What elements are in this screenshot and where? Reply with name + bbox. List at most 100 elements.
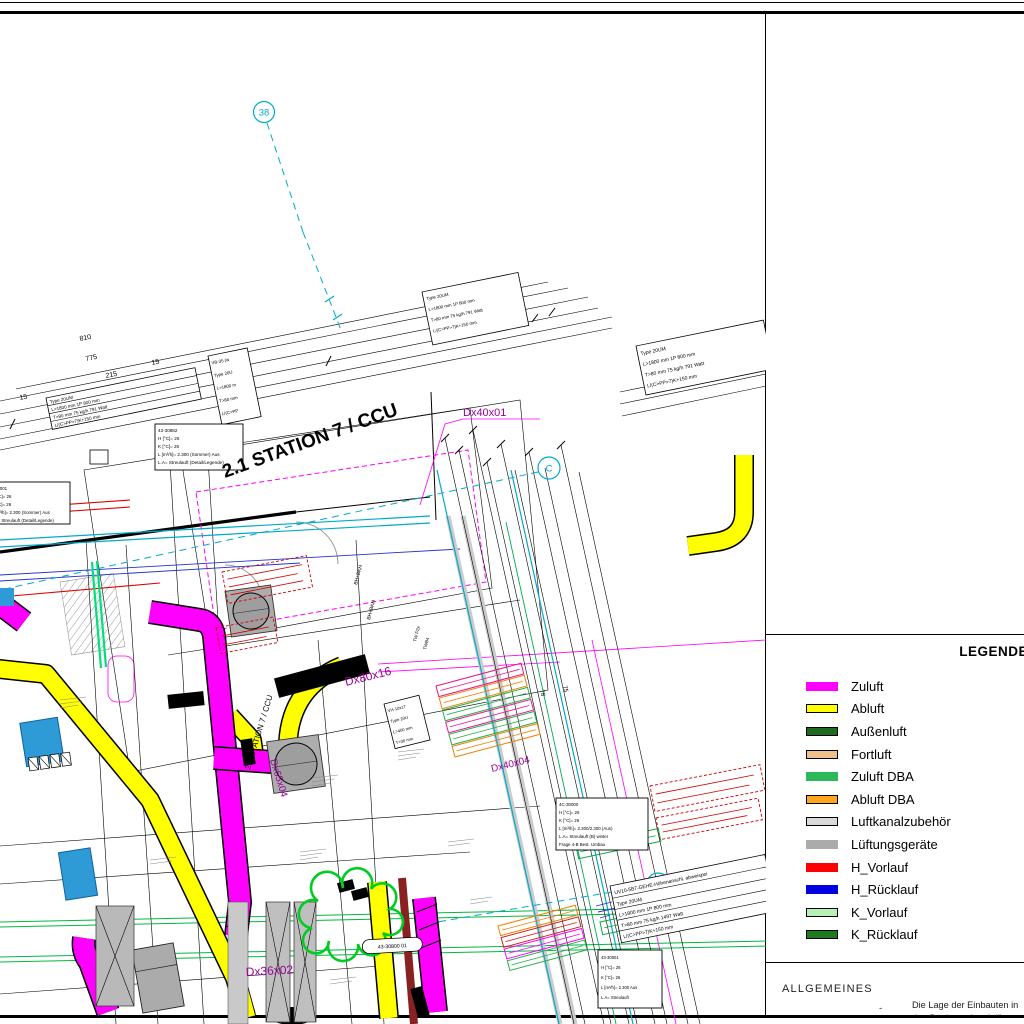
- room-data-row: H [°C]= 26: [559, 810, 580, 815]
- heater-label-box-center: Type 20UM L>1800 mm 1P 800 mm T>80 mm 75…: [422, 272, 529, 344]
- dim-75: 75: [561, 685, 568, 693]
- duct-label-dx40x04: Dx40x04: [490, 755, 531, 775]
- heater-label-box-1: Type 20UM L>1800 mm 1P 800 mm T>80 mm 75…: [46, 368, 201, 430]
- legend-label: Fortluft: [851, 747, 891, 762]
- notes-text: Die Lage der Einbauten in den Deckenspie…: [912, 999, 1024, 1016]
- zuluft-rounded-outline: [108, 656, 134, 702]
- legend-item-abluft-dba: Abluft DBA: [806, 788, 1024, 811]
- room-data-row: L [m³/h]= 2.300 (Sommer) Aus: [0, 510, 51, 515]
- room-data-row: 4C-30000: [559, 802, 579, 807]
- legend-item-h-ruecklauf: H_Rücklauf: [806, 878, 1024, 901]
- legend-swatch-lueftungsgeraete: [806, 840, 838, 849]
- pipe-label-bh: BH+BKH: [366, 599, 377, 620]
- duct-label-dx36x02: Dx36x02: [245, 963, 293, 979]
- damper: [351, 887, 369, 901]
- legend-label: Zuluft: [851, 679, 884, 694]
- legend-label: Luftkanalzubehör: [851, 814, 951, 829]
- room-data-row: K [°C]= 26: [158, 444, 180, 449]
- legend-label: Außenluft: [851, 724, 907, 739]
- damper: [167, 691, 204, 709]
- vh-data-box: VH-10x17 Type 20U L>400 mm T>30 mm: [384, 695, 430, 748]
- dimension-ticks: [441, 426, 565, 466]
- legend-label: Abluft DBA: [851, 792, 915, 807]
- legend-item-luftkanalzubehoer: Luftkanalzubehör: [806, 811, 1024, 834]
- grid-label-38: 38: [259, 108, 270, 119]
- room-data-row: L.A= Streulauft (Detail/Legende): [0, 518, 54, 523]
- room-data-box-2: 5-30001 H [°C]= 26 K [°C]= 26 L [m³/h]= …: [0, 482, 70, 524]
- legend-swatch-abluft-dba: [806, 795, 838, 804]
- grid-label-C: C: [546, 464, 553, 475]
- fan-unit-2: [225, 585, 277, 637]
- legend-item-zuluft-dba: Zuluft DBA: [806, 765, 1024, 788]
- room-data-row: H [°C]= 26: [0, 494, 12, 499]
- room-data-row: K [°C]= 26: [0, 502, 12, 507]
- legend-swatch-luftkanalzubehoer: [806, 817, 838, 826]
- dim-775: 775: [85, 354, 98, 363]
- legend-item-zuluft: Zuluft: [806, 675, 1024, 698]
- abluft-duct-right: [230, 455, 744, 768]
- dim-15a: 15: [151, 359, 160, 367]
- legend-label: Abluft: [851, 701, 884, 716]
- pipe-label-bh: BH+BKH: [353, 564, 364, 585]
- legend-item-lueftungsgeraete: Lüftungsgeräte: [806, 833, 1024, 856]
- legend-label: K_Vorlauf: [851, 905, 907, 920]
- room-data-row: 43-30001: [601, 955, 619, 960]
- notes-line-1: Die Lage der Einbauten in: [912, 999, 1024, 1012]
- pipe-label-stack: [436, 663, 540, 757]
- floor-plan-canvas: 810 775 215 15 15 Type 20UM L>1800 mm 1P…: [0, 0, 766, 1024]
- legend-swatch-h-vorlauf: [806, 863, 838, 872]
- damper: [337, 879, 355, 893]
- legend-item-h-vorlauf: H_Vorlauf: [806, 856, 1024, 879]
- room-data-row: L.A= Streulauft (Detail/Legende): [158, 460, 224, 465]
- notes-heading: ALLGEMEINES: [782, 983, 873, 995]
- legend-swatch-k-ruecklauf: [806, 930, 838, 939]
- blue-equipment: [0, 588, 14, 606]
- legend-item-fortluft: Fortluft: [806, 743, 1024, 766]
- room-data-row: Frage 4-B Best. Umbau: [559, 842, 606, 847]
- legend-swatch-zuluft-dba: [806, 772, 838, 781]
- room-data-row: L [m³/h]= 2.300/2.300 (Aus): [559, 826, 613, 831]
- heater-label-box-right: Type 20UM L>1800 mm 1P 800 mm T>80 mm 75…: [636, 320, 766, 395]
- pipe-label-tw: TWB4: [422, 636, 430, 650]
- heater-label-box-narrow: VB-35 (w Type 20U L>1800 m T>80 mm L/(C>…: [208, 348, 261, 425]
- grid-bubble-38: 38: [254, 102, 343, 331]
- legend-item-abluft: Abluft: [806, 698, 1024, 721]
- legend-item-aussenluft: Außenluft: [806, 720, 1024, 743]
- legend-item-k-ruecklauf: K_Rücklauf: [806, 924, 1024, 947]
- blue-equipment: [58, 848, 97, 900]
- legend-box: LEGENDE Zuluft Abluft Außenluft Fortluft…: [766, 634, 1024, 963]
- dim-215: 215: [105, 371, 118, 380]
- room-data-row: L.A= Streulauft: [601, 995, 630, 1000]
- room-data-row: L.A= Streulauft (B) winter: [559, 834, 609, 839]
- stadium-tag: 43-30800 01: [362, 937, 423, 954]
- room-data-row: 5-30001: [0, 486, 8, 491]
- red-annotation-box: [650, 765, 765, 812]
- room-data-row: H [°C]= 26: [158, 436, 180, 441]
- dim-15b: 15: [19, 394, 28, 402]
- legend-label: Lüftungsgeräte: [851, 837, 938, 852]
- room-data-row: K [°C]= 26: [601, 975, 621, 980]
- room-data-row: L [m³/h]= 2.300 Aus: [601, 985, 637, 990]
- legend-swatch-abluft: [806, 704, 838, 713]
- legend-swatch-h-ruecklauf: [806, 885, 838, 894]
- legend-label: K_Rücklauf: [851, 927, 917, 942]
- legend-title: LEGENDE: [959, 644, 1024, 659]
- red-annotation-box: [656, 798, 762, 839]
- legend-swatch-aussenluft: [806, 727, 838, 736]
- legend-swatch-zuluft: [806, 682, 838, 691]
- legend-swatch-k-vorlauf: [806, 908, 838, 917]
- room-data-box-3: 4C-30000 H [°C]= 26 K [°C]= 26 L [m³/h]=…: [556, 798, 648, 850]
- notes-bullet: -: [879, 1003, 882, 1014]
- room-data-row: H [°C]= 26: [601, 965, 621, 970]
- heater-label-box-B: UV10-5B7-GEHE-Höhenanschl. abweispei Typ…: [610, 840, 766, 943]
- room-data-row: 43-30882: [158, 428, 178, 433]
- pipe-label-tw: TW P2x: [412, 625, 421, 642]
- room-data-box-4: 43-30001 H [°C]= 26 K [°C]= 26 L [m³/h]=…: [598, 950, 662, 1008]
- title-block-panel: LEGENDE Zuluft Abluft Außenluft Fortluft…: [766, 14, 1024, 1016]
- legend-swatch-fortluft: [806, 750, 838, 759]
- drawing-sheet: 810 775 215 15 15 Type 20UM L>1800 mm 1P…: [0, 0, 1024, 1024]
- dim-810: 810: [79, 334, 92, 343]
- legend-label: H_Vorlauf: [851, 860, 908, 875]
- legend-label: H_Rücklauf: [851, 882, 918, 897]
- legend-rows: Zuluft Abluft Außenluft Fortluft Zuluft …: [806, 675, 1024, 946]
